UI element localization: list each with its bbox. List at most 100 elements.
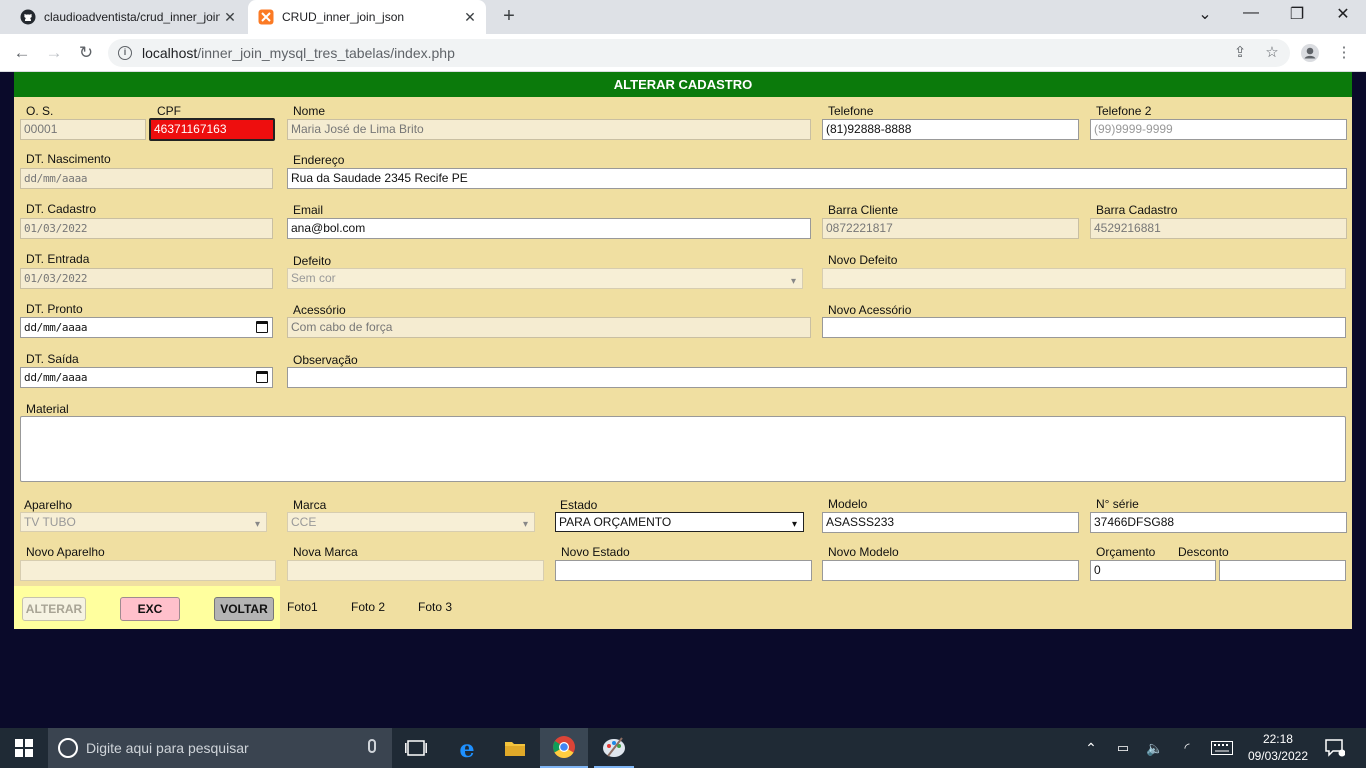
novo-acessorio-field[interactable] (822, 317, 1346, 338)
novo-acessorio-label: Novo Acessório (828, 303, 912, 317)
tab-github[interactable]: claudioadventista/crud_inner_join ✕ (8, 0, 246, 34)
chrome-taskbar-icon[interactable] (540, 728, 588, 768)
aparelho-select[interactable]: TV TUBO ▾ (20, 512, 267, 532)
estado-label: Estado (560, 498, 598, 512)
battery-icon[interactable]: ▭ (1112, 728, 1134, 768)
voltar-button[interactable]: VOLTAR (214, 597, 274, 621)
dt-saida-value: dd/mm/aaaa (24, 371, 88, 384)
os-field[interactable]: 00001 (20, 119, 146, 140)
tab-search-icon[interactable]: ⌄ (1190, 4, 1220, 24)
dt-saida-label: DT. Saída (26, 352, 79, 366)
foto1-link[interactable]: Foto1 (287, 600, 318, 614)
novo-modelo-label: Novo Modelo (828, 545, 899, 559)
novo-defeito-label: Novo Defeito (828, 253, 898, 267)
modelo-label: Modelo (828, 497, 868, 511)
telefone-field[interactable]: (81)92888-8888 (822, 119, 1079, 140)
windows-start-icon[interactable] (6, 728, 42, 768)
nova-marca-label: Nova Marca (293, 545, 358, 559)
dt-pronto-field[interactable]: dd/mm/aaaa (20, 317, 273, 338)
file-explorer-icon[interactable] (498, 728, 532, 768)
bookmark-star-icon[interactable]: ☆ (1262, 43, 1282, 63)
novo-defeito-field[interactable] (822, 268, 1346, 289)
tab-title: CRUD_inner_join_json (282, 10, 405, 24)
barra-cadastro-field[interactable]: 4529216881 (1090, 218, 1347, 239)
cadastro-form: ALTERAR CADASTRO O. S. 00001 CPF 4637116… (14, 72, 1352, 629)
acessorio-label: Acessório (293, 303, 346, 317)
site-info-icon[interactable]: i (118, 46, 132, 60)
close-icon[interactable]: ✕ (460, 9, 480, 26)
notification-icon[interactable] (1320, 728, 1350, 768)
calendar-icon[interactable] (256, 371, 268, 383)
share-icon[interactable]: ⇪ (1230, 43, 1250, 63)
material-textarea[interactable] (20, 416, 1346, 482)
orcamento-field[interactable]: 0 (1090, 560, 1216, 581)
nome-field[interactable]: Maria José de Lima Brito (287, 119, 811, 140)
browser-toolbar: ← → ↻ i localhost/inner_join_mysql_tres_… (0, 34, 1366, 72)
observacao-label: Observação (293, 353, 358, 367)
barra-cliente-field[interactable]: 0872221817 (822, 218, 1079, 239)
desconto-label: Desconto (1178, 545, 1229, 559)
telefone-label: Telefone (828, 104, 874, 118)
microphone-icon[interactable] (368, 739, 376, 753)
edge-icon[interactable]: e (450, 728, 484, 768)
menu-icon[interactable]: ⋮ (1334, 43, 1354, 63)
volume-icon[interactable]: 🔈 (1144, 728, 1166, 768)
dt-entrada-field[interactable]: 01/03/2022 (20, 268, 273, 289)
n-serie-field[interactable]: 37466DFSG88 (1090, 512, 1347, 533)
foto3-link[interactable]: Foto 3 (418, 600, 452, 614)
nova-marca-field[interactable] (287, 560, 544, 581)
search-icon (58, 738, 78, 758)
back-icon[interactable]: ← (10, 41, 34, 65)
cpf-field[interactable]: 46371167163 (149, 118, 275, 141)
calendar-icon[interactable] (256, 321, 268, 333)
foto2-link[interactable]: Foto 2 (351, 600, 385, 614)
taskbar-search[interactable]: Digite aqui para pesquisar (48, 728, 392, 768)
email-field[interactable]: ana@bol.com (287, 218, 811, 239)
estado-select[interactable]: PARA ORÇAMENTO ▾ (555, 512, 804, 532)
task-view-icon[interactable] (400, 728, 432, 768)
novo-modelo-field[interactable] (822, 560, 1079, 581)
xampp-icon (258, 9, 274, 25)
telefone2-field[interactable]: (99)9999-9999 (1090, 119, 1347, 140)
tab-crud[interactable]: CRUD_inner_join_json ✕ (248, 0, 486, 34)
taskbar-clock[interactable]: 22:18 09/03/2022 (1248, 731, 1308, 765)
paint-icon[interactable] (594, 728, 634, 768)
restore-icon[interactable]: ❐ (1282, 4, 1312, 24)
dt-nascimento-field[interactable]: dd/mm/aaaa (20, 168, 273, 189)
barra-cliente-label: Barra Cliente (828, 203, 899, 217)
chevron-up-icon[interactable]: ⌃ (1080, 728, 1102, 768)
url-path: /inner_join_mysql_tres_tabelas/index.php (197, 45, 455, 61)
exc-button[interactable]: EXC (120, 597, 180, 621)
forward-icon[interactable]: → (42, 41, 66, 65)
acessorio-field[interactable]: Com cabo de força (287, 317, 811, 338)
dt-saida-field[interactable]: dd/mm/aaaa (20, 367, 273, 388)
keyboard-icon[interactable] (1208, 728, 1236, 768)
taskbar-search-placeholder: Digite aqui para pesquisar (86, 740, 249, 756)
network-icon[interactable]: ◜ (1176, 728, 1198, 768)
os-label: O. S. (26, 104, 54, 118)
window-close-icon[interactable]: ✕ (1328, 4, 1358, 24)
telefone2-label: Telefone 2 (1096, 104, 1152, 118)
dt-cadastro-field[interactable]: 01/03/2022 (20, 218, 273, 239)
new-tab-icon[interactable]: + (498, 6, 520, 28)
defeito-label: Defeito (293, 254, 332, 268)
reload-icon[interactable]: ↻ (74, 41, 98, 65)
close-icon[interactable]: ✕ (220, 9, 240, 26)
novo-estado-field[interactable] (555, 560, 812, 581)
endereco-field[interactable]: Rua da Saudade 2345 Recife PE (287, 168, 1347, 189)
minimize-icon[interactable]: — (1236, 4, 1266, 22)
marca-select[interactable]: CCE ▾ (287, 512, 535, 532)
desconto-field[interactable] (1219, 560, 1346, 581)
form-title: ALTERAR CADASTRO (14, 72, 1352, 97)
material-label: Material (26, 402, 69, 416)
profile-icon[interactable] (1300, 43, 1320, 63)
modelo-field[interactable]: ASASSS233 (822, 512, 1079, 533)
observacao-field[interactable] (287, 367, 1347, 388)
address-bar[interactable]: i localhost/inner_join_mysql_tres_tabela… (108, 39, 1290, 67)
dt-nascimento-label: DT. Nascimento (26, 152, 111, 166)
url-host: localhost (142, 45, 198, 61)
tab-title: claudioadventista/crud_inner_join (44, 10, 220, 24)
defeito-select[interactable]: Sem cor ▾ (287, 268, 803, 289)
novo-aparelho-field[interactable] (20, 560, 276, 581)
alterar-button[interactable]: ALTERAR (22, 597, 86, 621)
